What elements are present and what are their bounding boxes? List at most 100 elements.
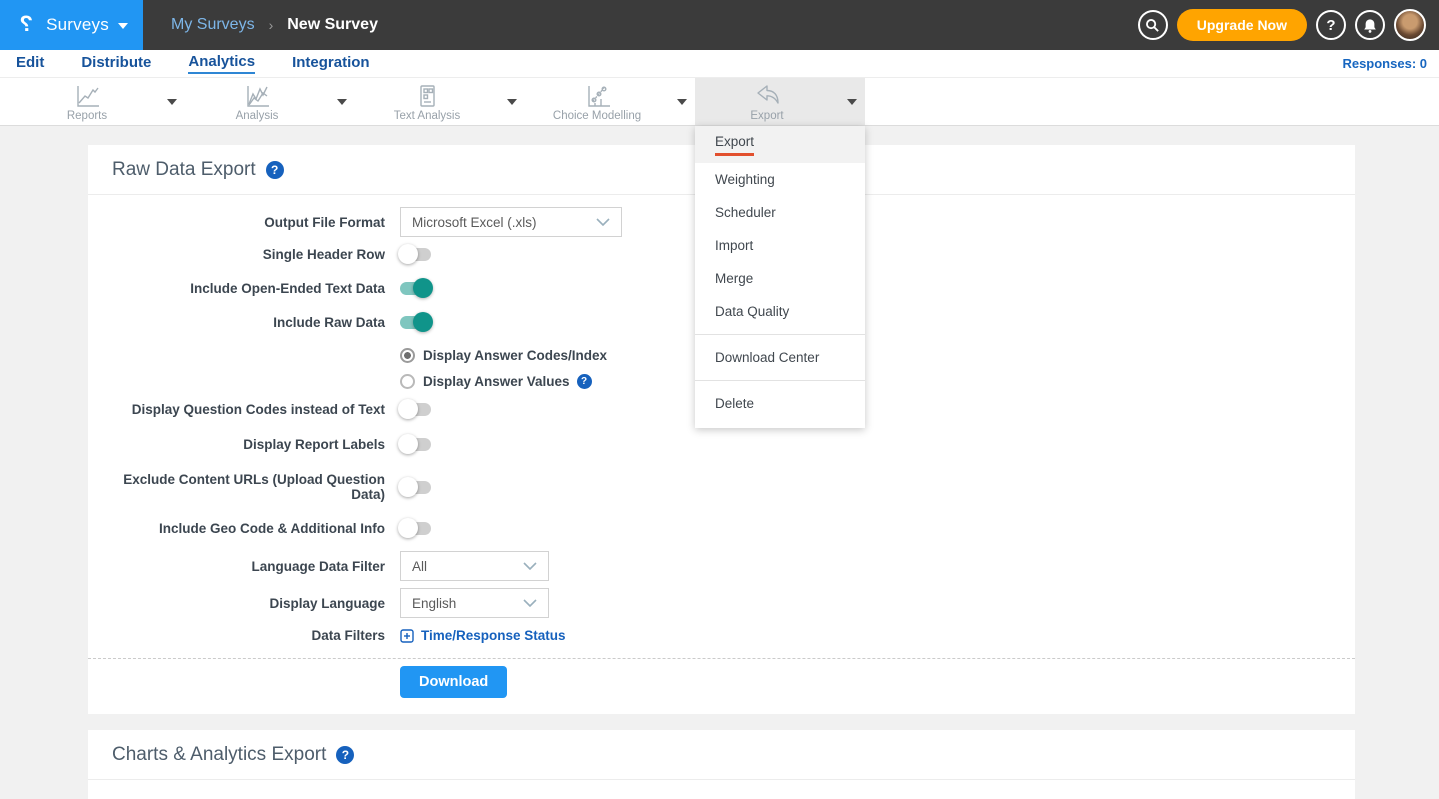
analytics-toolbar: Reports Analysis Text Analysis bbox=[0, 77, 1439, 126]
display-report-labels-toggle[interactable] bbox=[400, 438, 431, 451]
charts-analytics-export-help-icon[interactable]: ? bbox=[336, 746, 354, 764]
toolbar-analysis-label: Analysis bbox=[236, 110, 279, 122]
toolbar-analysis[interactable]: Analysis bbox=[185, 78, 355, 125]
output-file-format-value: Microsoft Excel (.xls) bbox=[412, 215, 537, 230]
display-language-row: Display Language English bbox=[112, 588, 1331, 618]
breadcrumb-current: New Survey bbox=[287, 16, 378, 34]
survey-section-nav: Edit Distribute Analytics Integration Re… bbox=[0, 50, 1439, 77]
raw-data-export-help-icon[interactable]: ? bbox=[266, 161, 284, 179]
language-data-filter-value: All bbox=[412, 559, 427, 574]
output-file-format-select[interactable]: Microsoft Excel (.xls) bbox=[400, 207, 622, 237]
include-open-ended-label: Include Open-Ended Text Data bbox=[112, 281, 385, 296]
breadcrumb-separator-icon: › bbox=[269, 17, 274, 33]
plus-square-icon bbox=[400, 629, 414, 643]
charts-analytics-export-title: Charts & Analytics Export bbox=[112, 744, 326, 766]
menu-item-export[interactable]: Export bbox=[695, 126, 865, 163]
toolbar-reports-label: Reports bbox=[67, 110, 107, 122]
export-arrow-icon bbox=[754, 84, 781, 109]
chevron-down-icon bbox=[596, 218, 610, 226]
tab-integration[interactable]: Integration bbox=[292, 54, 370, 73]
toolbar-text-analysis-label: Text Analysis bbox=[394, 110, 460, 122]
menu-item-download-center[interactable]: Download Center bbox=[695, 341, 865, 374]
export-dropdown-menu: Export Weighting Scheduler Import Merge … bbox=[695, 126, 865, 428]
display-question-codes-toggle[interactable] bbox=[400, 403, 431, 416]
chevron-down-icon bbox=[118, 23, 128, 29]
analysis-dropdown-caret[interactable] bbox=[329, 78, 355, 125]
upgrade-now-button[interactable]: Upgrade Now bbox=[1177, 9, 1307, 41]
display-answer-codes-radio[interactable] bbox=[400, 348, 415, 363]
menu-item-scheduler[interactable]: Scheduler bbox=[695, 196, 865, 229]
include-raw-data-toggle[interactable] bbox=[400, 316, 431, 329]
menu-item-weighting[interactable]: Weighting bbox=[695, 163, 865, 196]
tab-distribute[interactable]: Distribute bbox=[81, 54, 151, 73]
responses-count: Responses: 0 bbox=[1342, 56, 1427, 71]
menu-item-delete[interactable]: Delete bbox=[695, 387, 865, 420]
single-header-row-toggle[interactable] bbox=[400, 248, 431, 261]
include-open-ended-toggle[interactable] bbox=[400, 282, 431, 295]
tab-edit[interactable]: Edit bbox=[16, 54, 44, 73]
menu-item-merge[interactable]: Merge bbox=[695, 262, 865, 295]
toolbar-export-label: Export bbox=[750, 110, 783, 122]
data-filters-label: Data Filters bbox=[112, 628, 385, 643]
menu-item-data-quality[interactable]: Data Quality bbox=[695, 295, 865, 328]
display-language-value: English bbox=[412, 596, 456, 611]
search-icon bbox=[1145, 18, 1160, 33]
display-question-codes-label: Display Question Codes instead of Text bbox=[112, 402, 385, 417]
text-analysis-document-icon bbox=[414, 84, 441, 109]
page-title: Raw Data Export bbox=[112, 159, 256, 181]
toolbar-text-analysis[interactable]: Text Analysis bbox=[355, 78, 525, 125]
analysis-chart-icon bbox=[244, 84, 271, 109]
brand-label: Surveys bbox=[46, 15, 109, 35]
reports-dropdown-caret[interactable] bbox=[159, 78, 185, 125]
exclude-content-urls-row: Exclude Content URLs (Upload Question Da… bbox=[112, 472, 1331, 502]
language-data-filter-label: Language Data Filter bbox=[112, 559, 385, 574]
notifications-button[interactable] bbox=[1355, 10, 1385, 40]
export-dropdown-caret[interactable] bbox=[839, 78, 865, 125]
include-geo-code-toggle[interactable] bbox=[400, 522, 431, 535]
toolbar-reports[interactable]: Reports bbox=[15, 78, 185, 125]
download-button[interactable]: Download bbox=[400, 666, 507, 698]
menu-divider bbox=[695, 380, 865, 381]
display-language-label: Display Language bbox=[112, 596, 385, 611]
output-file-format-label: Output File Format bbox=[112, 215, 385, 230]
user-avatar[interactable] bbox=[1394, 9, 1426, 41]
chevron-down-icon bbox=[523, 562, 537, 570]
help-button[interactable]: ? bbox=[1316, 10, 1346, 40]
tab-analytics[interactable]: Analytics bbox=[188, 53, 255, 74]
choice-modelling-dropdown-caret[interactable] bbox=[669, 78, 695, 125]
display-language-select[interactable]: English bbox=[400, 588, 549, 618]
display-answer-values-help-icon[interactable]: ? bbox=[577, 374, 592, 389]
breadcrumb-my-surveys[interactable]: My Surveys bbox=[171, 16, 255, 34]
charts-analytics-export-card: Charts & Analytics Export ? bbox=[88, 730, 1355, 799]
bell-icon bbox=[1363, 18, 1377, 33]
breadcrumb: My Surveys › New Survey bbox=[143, 0, 1138, 50]
menu-item-import[interactable]: Import bbox=[695, 229, 865, 262]
include-geo-code-row: Include Geo Code & Additional Info bbox=[112, 521, 1331, 536]
topbar-actions: Upgrade Now ? bbox=[1138, 0, 1439, 50]
search-button[interactable] bbox=[1138, 10, 1168, 40]
display-report-labels-label: Display Report Labels bbox=[112, 437, 385, 452]
exclude-content-urls-toggle[interactable] bbox=[400, 481, 431, 494]
language-data-filter-select[interactable]: All bbox=[400, 551, 549, 581]
toolbar-choice-modelling[interactable]: Choice Modelling bbox=[525, 78, 695, 125]
chevron-down-icon bbox=[523, 599, 537, 607]
display-answer-values-label: Display Answer Values bbox=[423, 374, 570, 389]
language-data-filter-row: Language Data Filter All bbox=[112, 551, 1331, 581]
menu-divider bbox=[695, 334, 865, 335]
exclude-content-urls-label: Exclude Content URLs (Upload Question Da… bbox=[112, 472, 385, 502]
choice-modelling-scatter-icon bbox=[584, 84, 611, 109]
toolbar-export[interactable]: Export bbox=[695, 78, 865, 125]
surveys-product-switcher[interactable]: ? Surveys bbox=[0, 0, 143, 50]
display-answer-values-radio[interactable] bbox=[400, 374, 415, 389]
top-bar: ? Surveys My Surveys › New Survey Upgrad… bbox=[0, 0, 1439, 50]
include-raw-data-label: Include Raw Data bbox=[112, 315, 385, 330]
time-response-status-link[interactable]: Time/Response Status bbox=[400, 628, 566, 643]
text-analysis-dropdown-caret[interactable] bbox=[499, 78, 525, 125]
display-answer-codes-label: Display Answer Codes/Index bbox=[423, 348, 607, 363]
form-footer-divider bbox=[88, 658, 1355, 659]
answer-codes-radio-row: Display Answer Codes/Index bbox=[400, 347, 607, 363]
answer-values-radio-row: Display Answer Values ? bbox=[400, 373, 607, 389]
toolbar-choice-modelling-label: Choice Modelling bbox=[553, 110, 641, 122]
svg-text:?: ? bbox=[20, 12, 33, 36]
question-mark-icon: ? bbox=[1326, 17, 1335, 34]
